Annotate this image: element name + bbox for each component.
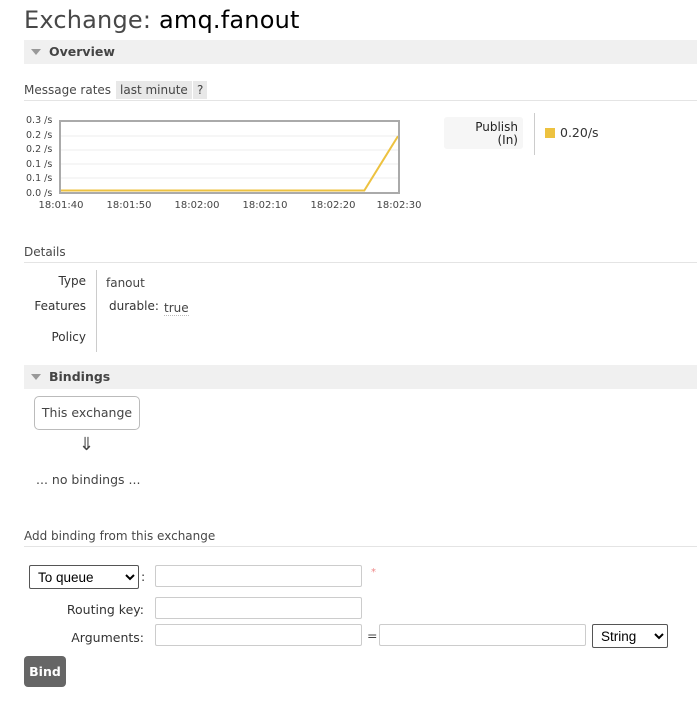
details-divider xyxy=(96,270,97,352)
routing-key-input[interactable] xyxy=(155,597,362,619)
add-binding-header-label: Add binding from this exchange xyxy=(24,529,216,543)
required-marker: * xyxy=(371,567,376,578)
x-tick-label: 18:02:30 xyxy=(376,200,422,211)
no-bindings-text: ... no bindings ... xyxy=(36,472,141,487)
feature-key-durable: durable: xyxy=(109,299,159,313)
routing-key-label: Routing key: xyxy=(66,602,144,617)
argument-type-select[interactable]: String xyxy=(592,624,668,648)
add-binding-header: Add binding from this exchange xyxy=(24,529,697,547)
detail-value-type: fanout xyxy=(106,276,145,290)
details-header-label: Details xyxy=(24,245,66,259)
legend-color-swatch xyxy=(545,128,555,138)
collapse-triangle-icon xyxy=(31,49,41,55)
argument-value-input[interactable] xyxy=(379,624,586,646)
destination-input[interactable] xyxy=(155,565,362,587)
legend-publish-in: Publish (In) xyxy=(444,117,523,149)
chart-plot-area xyxy=(59,120,400,194)
x-tick-label: 18:01:40 xyxy=(38,200,84,211)
details-header: Details xyxy=(24,245,697,263)
help-button[interactable]: ? xyxy=(193,81,208,99)
detail-label-features: Features xyxy=(34,299,86,313)
legend-divider xyxy=(534,113,535,155)
y-tick-label: 0.3 /s xyxy=(26,115,53,126)
bindings-section-toggle[interactable]: Bindings xyxy=(24,365,697,389)
series-line-publish-in xyxy=(61,135,398,192)
argument-key-input[interactable] xyxy=(155,624,362,646)
destination-colon: : xyxy=(141,569,146,584)
x-tick-label: 18:02:00 xyxy=(174,200,220,211)
x-tick-label: 18:01:50 xyxy=(106,200,152,211)
y-tick-label: 0.2 /s xyxy=(26,144,53,155)
title-prefix: Exchange: xyxy=(24,6,152,34)
equals-sign: = xyxy=(367,628,378,643)
range-selector[interactable]: last minute xyxy=(116,81,192,99)
bindings-header: Bindings xyxy=(49,369,111,384)
destination-type-select[interactable]: To queue xyxy=(29,565,139,589)
y-tick-label: 0.2 /s xyxy=(26,130,53,141)
x-tick-label: 18:02:20 xyxy=(310,200,356,211)
feature-value-durable: true xyxy=(164,301,189,316)
bind-button[interactable]: Bind xyxy=(24,656,66,687)
message-rates-header: Message rates last minute ? xyxy=(24,80,697,101)
overview-header: Overview xyxy=(49,44,115,59)
message-rates-label: Message rates xyxy=(24,83,112,97)
legend-value: 0.20/s xyxy=(560,125,599,140)
y-tick-label: 0.1 /s xyxy=(26,159,53,170)
chart-svg xyxy=(61,135,398,192)
detail-label-type: Type xyxy=(58,274,86,288)
y-tick-label: 0.0 /s xyxy=(26,188,53,199)
x-tick-label: 18:02:10 xyxy=(242,200,288,211)
page-title: Exchange: amq.fanout xyxy=(24,6,300,34)
legend-label-line2: (In) xyxy=(497,133,518,147)
y-tick-label: 0.1 /s xyxy=(26,173,53,184)
overview-section-toggle[interactable]: Overview xyxy=(24,40,697,64)
down-double-arrow-icon: ⇓ xyxy=(79,434,95,455)
collapse-triangle-icon xyxy=(31,374,41,380)
this-exchange-box: This exchange xyxy=(34,396,140,430)
detail-label-policy: Policy xyxy=(51,330,86,344)
arguments-label: Arguments: xyxy=(71,630,144,645)
exchange-name: amq.fanout xyxy=(159,6,300,34)
